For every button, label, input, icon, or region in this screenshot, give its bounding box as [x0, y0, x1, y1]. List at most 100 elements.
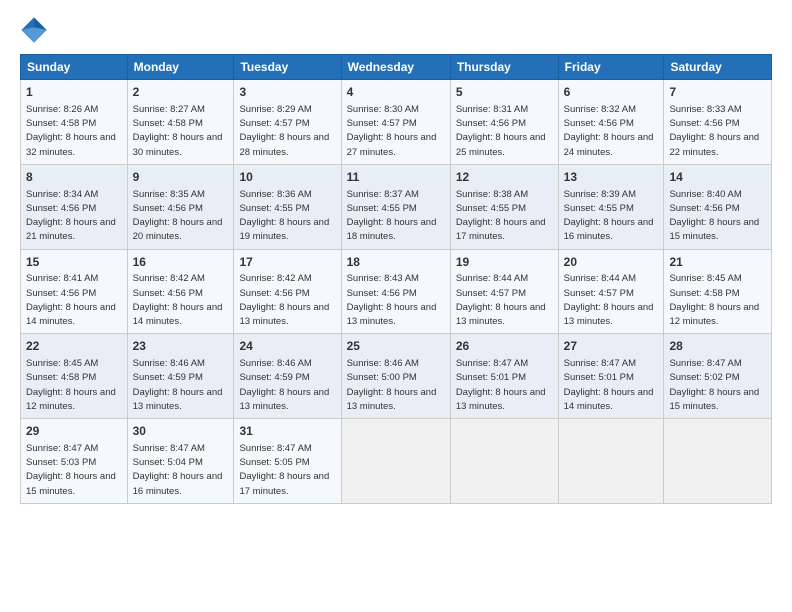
weekday-header-thursday: Thursday — [450, 55, 558, 80]
weekday-header-wednesday: Wednesday — [341, 55, 450, 80]
day-number: 10 — [239, 169, 335, 186]
week-row-1: 1 Sunrise: 8:26 AMSunset: 4:58 PMDayligh… — [21, 80, 772, 165]
day-number: 23 — [133, 338, 229, 355]
calendar-cell: 8 Sunrise: 8:34 AMSunset: 4:56 PMDayligh… — [21, 164, 128, 249]
logo-icon — [20, 16, 48, 44]
calendar-cell: 28 Sunrise: 8:47 AMSunset: 5:02 PMDaylig… — [664, 334, 772, 419]
day-info: Sunrise: 8:47 AMSunset: 5:02 PMDaylight:… — [669, 358, 759, 412]
calendar-cell: 22 Sunrise: 8:45 AMSunset: 4:58 PMDaylig… — [21, 334, 128, 419]
day-number: 12 — [456, 169, 553, 186]
day-info: Sunrise: 8:47 AMSunset: 5:05 PMDaylight:… — [239, 443, 329, 497]
calendar-cell: 19 Sunrise: 8:44 AMSunset: 4:57 PMDaylig… — [450, 249, 558, 334]
week-row-2: 8 Sunrise: 8:34 AMSunset: 4:56 PMDayligh… — [21, 164, 772, 249]
day-number: 16 — [133, 254, 229, 271]
calendar-cell: 26 Sunrise: 8:47 AMSunset: 5:01 PMDaylig… — [450, 334, 558, 419]
day-info: Sunrise: 8:35 AMSunset: 4:56 PMDaylight:… — [133, 189, 223, 243]
calendar-cell: 20 Sunrise: 8:44 AMSunset: 4:57 PMDaylig… — [558, 249, 664, 334]
day-number: 1 — [26, 84, 122, 101]
day-info: Sunrise: 8:32 AMSunset: 4:56 PMDaylight:… — [564, 104, 654, 158]
day-info: Sunrise: 8:38 AMSunset: 4:55 PMDaylight:… — [456, 189, 546, 243]
day-number: 26 — [456, 338, 553, 355]
day-number: 29 — [26, 423, 122, 440]
calendar-cell: 21 Sunrise: 8:45 AMSunset: 4:58 PMDaylig… — [664, 249, 772, 334]
weekday-header-sunday: Sunday — [21, 55, 128, 80]
calendar-cell: 17 Sunrise: 8:42 AMSunset: 4:56 PMDaylig… — [234, 249, 341, 334]
calendar-cell: 18 Sunrise: 8:43 AMSunset: 4:56 PMDaylig… — [341, 249, 450, 334]
day-number: 5 — [456, 84, 553, 101]
weekday-header-tuesday: Tuesday — [234, 55, 341, 80]
day-number: 7 — [669, 84, 766, 101]
day-info: Sunrise: 8:42 AMSunset: 4:56 PMDaylight:… — [239, 273, 329, 327]
calendar-cell — [664, 419, 772, 504]
calendar-cell: 13 Sunrise: 8:39 AMSunset: 4:55 PMDaylig… — [558, 164, 664, 249]
calendar-cell — [341, 419, 450, 504]
day-number: 27 — [564, 338, 659, 355]
calendar-cell: 9 Sunrise: 8:35 AMSunset: 4:56 PMDayligh… — [127, 164, 234, 249]
day-info: Sunrise: 8:36 AMSunset: 4:55 PMDaylight:… — [239, 189, 329, 243]
calendar-cell: 31 Sunrise: 8:47 AMSunset: 5:05 PMDaylig… — [234, 419, 341, 504]
day-info: Sunrise: 8:47 AMSunset: 5:01 PMDaylight:… — [564, 358, 654, 412]
day-number: 15 — [26, 254, 122, 271]
weekday-header-saturday: Saturday — [664, 55, 772, 80]
day-info: Sunrise: 8:40 AMSunset: 4:56 PMDaylight:… — [669, 189, 759, 243]
day-info: Sunrise: 8:34 AMSunset: 4:56 PMDaylight:… — [26, 189, 116, 243]
day-number: 31 — [239, 423, 335, 440]
day-number: 13 — [564, 169, 659, 186]
day-number: 18 — [347, 254, 445, 271]
day-number: 4 — [347, 84, 445, 101]
day-number: 8 — [26, 169, 122, 186]
day-info: Sunrise: 8:47 AMSunset: 5:03 PMDaylight:… — [26, 443, 116, 497]
day-number: 9 — [133, 169, 229, 186]
weekday-header-monday: Monday — [127, 55, 234, 80]
day-number: 3 — [239, 84, 335, 101]
week-row-5: 29 Sunrise: 8:47 AMSunset: 5:03 PMDaylig… — [21, 419, 772, 504]
calendar-cell: 23 Sunrise: 8:46 AMSunset: 4:59 PMDaylig… — [127, 334, 234, 419]
calendar-cell: 7 Sunrise: 8:33 AMSunset: 4:56 PMDayligh… — [664, 80, 772, 165]
day-number: 25 — [347, 338, 445, 355]
logo — [20, 16, 50, 44]
day-info: Sunrise: 8:31 AMSunset: 4:56 PMDaylight:… — [456, 104, 546, 158]
day-info: Sunrise: 8:46 AMSunset: 4:59 PMDaylight:… — [133, 358, 223, 412]
day-number: 28 — [669, 338, 766, 355]
day-info: Sunrise: 8:45 AMSunset: 4:58 PMDaylight:… — [669, 273, 759, 327]
day-number: 11 — [347, 169, 445, 186]
day-info: Sunrise: 8:41 AMSunset: 4:56 PMDaylight:… — [26, 273, 116, 327]
calendar-cell: 24 Sunrise: 8:46 AMSunset: 4:59 PMDaylig… — [234, 334, 341, 419]
header — [20, 16, 772, 44]
calendar-cell: 6 Sunrise: 8:32 AMSunset: 4:56 PMDayligh… — [558, 80, 664, 165]
calendar-cell: 11 Sunrise: 8:37 AMSunset: 4:55 PMDaylig… — [341, 164, 450, 249]
calendar-cell: 1 Sunrise: 8:26 AMSunset: 4:58 PMDayligh… — [21, 80, 128, 165]
calendar-cell: 4 Sunrise: 8:30 AMSunset: 4:57 PMDayligh… — [341, 80, 450, 165]
calendar-cell: 25 Sunrise: 8:46 AMSunset: 5:00 PMDaylig… — [341, 334, 450, 419]
calendar-cell: 27 Sunrise: 8:47 AMSunset: 5:01 PMDaylig… — [558, 334, 664, 419]
day-number: 22 — [26, 338, 122, 355]
day-info: Sunrise: 8:46 AMSunset: 4:59 PMDaylight:… — [239, 358, 329, 412]
day-number: 19 — [456, 254, 553, 271]
day-number: 17 — [239, 254, 335, 271]
calendar: SundayMondayTuesdayWednesdayThursdayFrid… — [20, 54, 772, 504]
calendar-cell: 14 Sunrise: 8:40 AMSunset: 4:56 PMDaylig… — [664, 164, 772, 249]
day-info: Sunrise: 8:44 AMSunset: 4:57 PMDaylight:… — [456, 273, 546, 327]
day-number: 24 — [239, 338, 335, 355]
day-info: Sunrise: 8:29 AMSunset: 4:57 PMDaylight:… — [239, 104, 329, 158]
weekday-header-row: SundayMondayTuesdayWednesdayThursdayFrid… — [21, 55, 772, 80]
day-info: Sunrise: 8:27 AMSunset: 4:58 PMDaylight:… — [133, 104, 223, 158]
day-info: Sunrise: 8:37 AMSunset: 4:55 PMDaylight:… — [347, 189, 437, 243]
week-row-3: 15 Sunrise: 8:41 AMSunset: 4:56 PMDaylig… — [21, 249, 772, 334]
day-number: 30 — [133, 423, 229, 440]
calendar-cell: 3 Sunrise: 8:29 AMSunset: 4:57 PMDayligh… — [234, 80, 341, 165]
day-number: 14 — [669, 169, 766, 186]
day-info: Sunrise: 8:26 AMSunset: 4:58 PMDaylight:… — [26, 104, 116, 158]
day-number: 6 — [564, 84, 659, 101]
day-info: Sunrise: 8:33 AMSunset: 4:56 PMDaylight:… — [669, 104, 759, 158]
calendar-cell: 12 Sunrise: 8:38 AMSunset: 4:55 PMDaylig… — [450, 164, 558, 249]
calendar-cell: 10 Sunrise: 8:36 AMSunset: 4:55 PMDaylig… — [234, 164, 341, 249]
calendar-cell: 15 Sunrise: 8:41 AMSunset: 4:56 PMDaylig… — [21, 249, 128, 334]
day-info: Sunrise: 8:47 AMSunset: 5:01 PMDaylight:… — [456, 358, 546, 412]
calendar-cell: 16 Sunrise: 8:42 AMSunset: 4:56 PMDaylig… — [127, 249, 234, 334]
day-number: 21 — [669, 254, 766, 271]
calendar-cell — [450, 419, 558, 504]
day-number: 20 — [564, 254, 659, 271]
weekday-header-friday: Friday — [558, 55, 664, 80]
page: SundayMondayTuesdayWednesdayThursdayFrid… — [0, 0, 792, 612]
